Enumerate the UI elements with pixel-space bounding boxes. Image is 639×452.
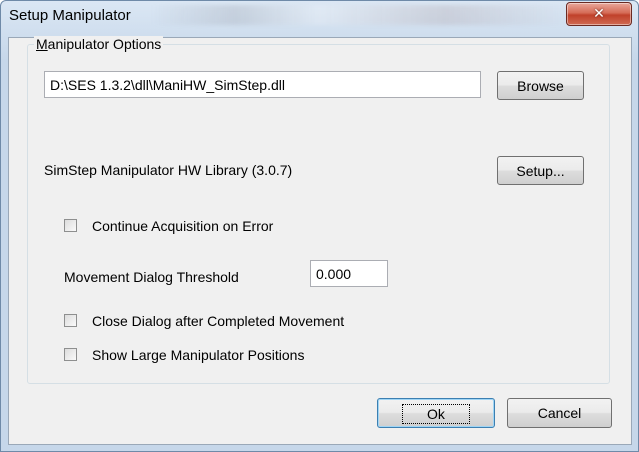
title-bar[interactable]: Setup Manipulator ✕ xyxy=(1,1,638,31)
close-button[interactable]: ✕ xyxy=(566,2,632,26)
manipulator-options-label: Manipulator Options xyxy=(34,36,164,52)
library-path-input[interactable] xyxy=(44,71,481,98)
ok-button[interactable]: Ok xyxy=(377,398,495,428)
continue-on-error-checkbox[interactable] xyxy=(64,219,77,232)
group-label-mnemonic: M xyxy=(36,36,48,52)
continue-on-error-label: Continue Acquisition on Error xyxy=(92,218,274,234)
browse-button[interactable]: Browse xyxy=(497,71,584,100)
show-large-positions-label: Show Large Manipulator Positions xyxy=(92,347,305,363)
ok-label: Ok xyxy=(402,403,470,424)
window-title: Setup Manipulator xyxy=(9,7,131,24)
show-large-positions-checkbox[interactable] xyxy=(64,348,77,361)
threshold-input[interactable] xyxy=(310,260,388,287)
close-after-movement-checkbox[interactable] xyxy=(64,314,77,327)
close-after-movement-label: Close Dialog after Completed Movement xyxy=(92,313,345,329)
threshold-label: Movement Dialog Threshold xyxy=(64,269,239,285)
setup-button[interactable]: Setup... xyxy=(497,156,584,185)
group-label-rest: anipulator Options xyxy=(47,36,162,52)
cancel-button[interactable]: Cancel xyxy=(507,398,612,428)
library-info-text: SimStep Manipulator HW Library (3.0.7) xyxy=(44,162,293,178)
close-icon: ✕ xyxy=(593,6,605,22)
